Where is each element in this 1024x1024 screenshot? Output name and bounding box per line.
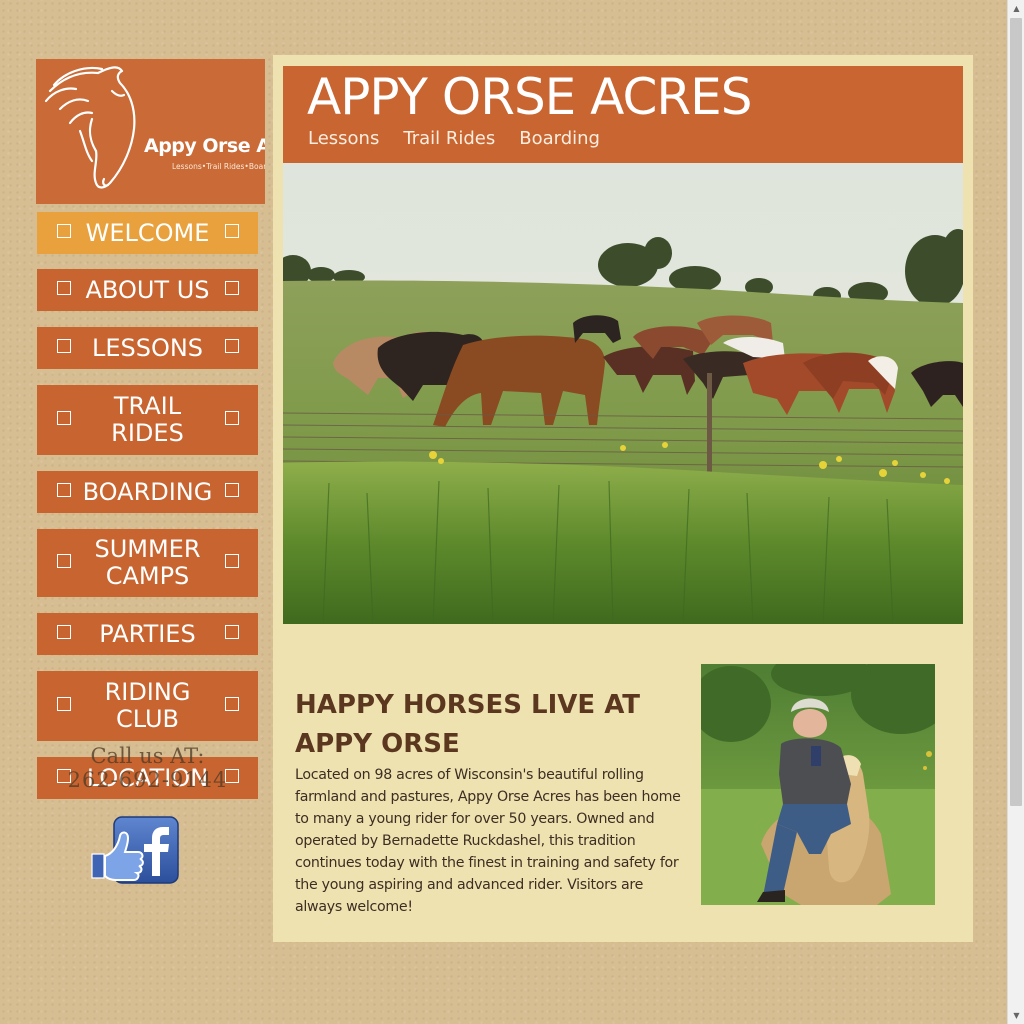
horse-head-logo-icon [44,66,136,189]
nav-item-boarding[interactable]: BOARDING [37,471,258,513]
nav-item-about-us[interactable]: ABOUT US [37,269,258,311]
checkbox-outline-icon [225,339,239,353]
nav-item-label: BOARDING [82,477,213,506]
scroll-up-arrow-icon[interactable]: ▲ [1008,0,1024,17]
nav-item-location[interactable]: LOCATION [37,757,258,799]
logo-subtitle: Lessons•Trail Rides•Boarding [172,162,265,171]
checkbox-outline-icon [225,554,239,568]
nav-item-parties[interactable]: PARTIES [37,613,258,655]
checkbox-outline-icon [57,339,71,353]
header-link-boarding[interactable]: Boarding [519,128,600,149]
nav-item-riding-club[interactable]: RIDING CLUB [37,671,258,741]
header-link-trail-rides[interactable]: Trail Rides [403,128,495,149]
header-links: Lessons Trail Rides Boarding [308,128,606,149]
hero-photo-horses-pasture [283,163,963,624]
checkbox-outline-icon [225,281,239,295]
nav-item-label: TRAIL RIDES [111,392,184,447]
checkbox-outline-icon [57,224,71,238]
checkbox-outline-icon [57,554,71,568]
checkbox-outline-icon [225,411,239,425]
photo-rider-on-horse [701,664,935,905]
site-title: APPY ORSE ACRES [307,68,752,126]
nav-item-label: LOCATION [86,763,209,792]
checkbox-outline-icon [57,483,71,497]
nav-item-label: WELCOME [85,218,210,247]
checkbox-outline-icon [57,281,71,295]
nav-item-label: SUMMER CAMPS [94,535,201,590]
checkbox-outline-icon [57,697,71,711]
nav-item-label: RIDING CLUB [104,678,191,733]
nav-item-welcome[interactable]: WELCOME [37,212,258,254]
main-headline: HAPPY HORSES LIVE AT APPY ORSE [295,690,641,759]
header-link-lessons[interactable]: Lessons [308,128,379,149]
checkbox-outline-icon [225,697,239,711]
logo-title: Appy Orse Acres [144,135,265,157]
checkbox-outline-icon [225,625,239,639]
page-scrollbar[interactable]: ▲ ▼ [1007,0,1024,1024]
nav-item-label: PARTIES [99,619,196,648]
checkbox-outline-icon [57,411,71,425]
checkbox-outline-icon [225,769,239,783]
main-body-text: Located on 98 acres of Wisconsin's beaut… [295,767,681,915]
facebook-like-icon[interactable] [90,816,180,884]
nav-item-summer-camps[interactable]: SUMMER CAMPS [37,529,258,597]
scroll-down-arrow-icon[interactable]: ▼ [1008,1007,1024,1024]
scroll-thumb[interactable] [1010,18,1022,806]
nav-item-trail-rides[interactable]: TRAIL RIDES [37,385,258,455]
checkbox-outline-icon [225,224,239,238]
checkbox-outline-icon [225,483,239,497]
checkbox-outline-icon [57,769,71,783]
nav-item-label: ABOUT US [85,275,210,304]
nav-item-label: LESSONS [91,333,204,362]
nav-item-lessons[interactable]: LESSONS [37,327,258,369]
checkbox-outline-icon [57,625,71,639]
site-logo[interactable]: Appy Orse Acres Lessons•Trail Rides•Boar… [36,59,265,204]
